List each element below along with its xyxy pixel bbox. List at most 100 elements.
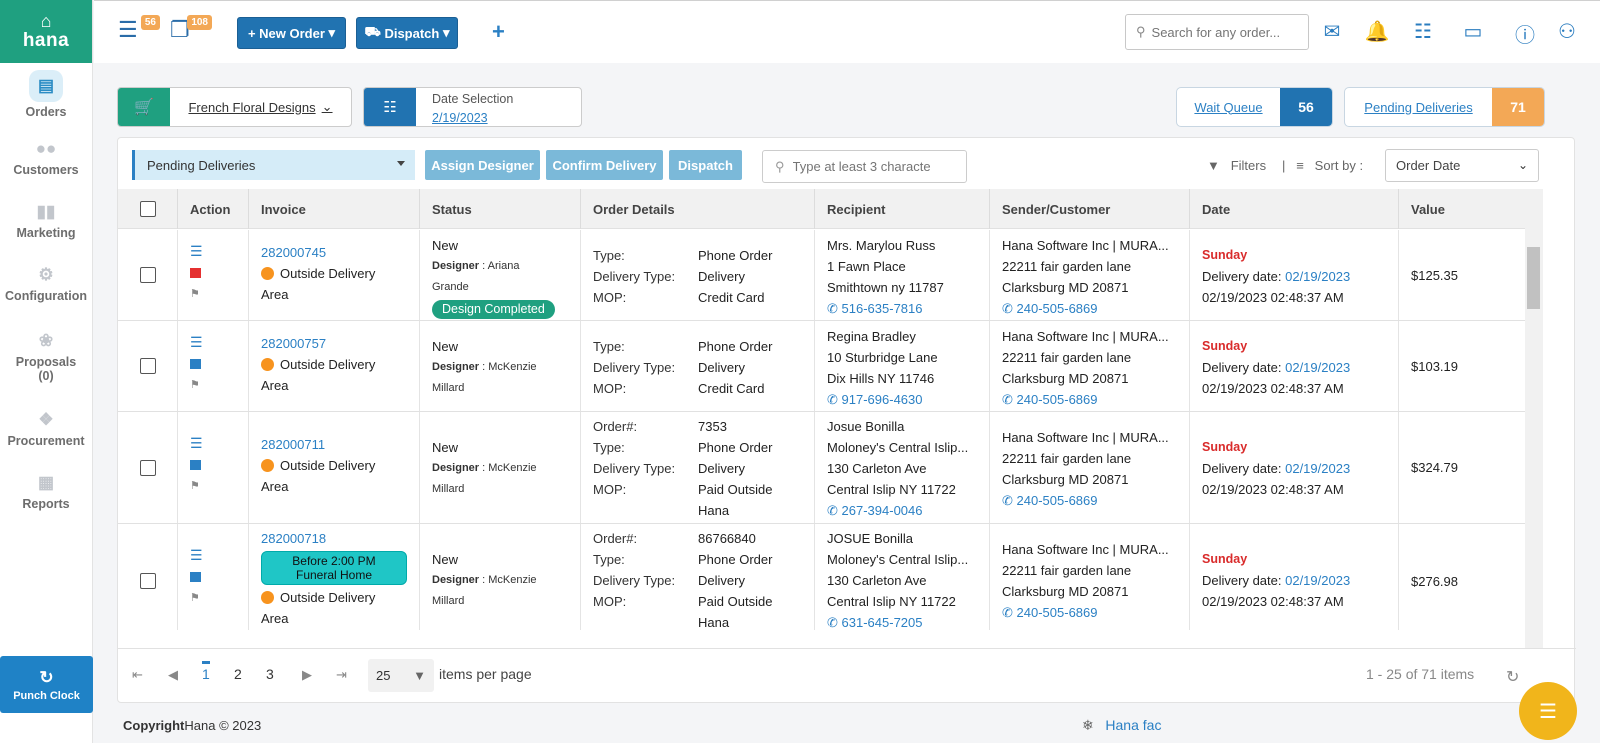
page-1[interactable]: 1 <box>202 661 210 682</box>
note-icon[interactable] <box>190 268 201 278</box>
logo[interactable]: ⌂ hana <box>0 0 92 63</box>
mail-icon[interactable]: ✉ <box>1319 19 1345 45</box>
phone-icon: ✆ <box>827 503 838 518</box>
sender-phone[interactable]: ✆ 240-505-6869 <box>1002 602 1189 623</box>
dispatch-button[interactable]: Dispatch <box>669 150 742 180</box>
global-search-input[interactable] <box>1151 24 1297 40</box>
sender-phone[interactable]: ✆ 240-505-6869 <box>1002 490 1189 511</box>
recipient-phone[interactable]: ✆ 267-394-0046 <box>827 500 989 521</box>
sender-phone[interactable]: ✆ 240-505-6869 <box>1002 298 1189 319</box>
sidebar-item-marketing[interactable]: ▮▮ Marketing <box>0 189 92 252</box>
sidebar-item-customers[interactable]: ●● Customers <box>0 126 92 189</box>
row-checkbox[interactable] <box>139 267 156 283</box>
next-page-icon[interactable]: ▶ <box>302 667 312 683</box>
delivery-date: 02/19/2023 <box>1285 269 1351 284</box>
detail-key: Delivery Type: <box>593 461 676 476</box>
date-cell: Sunday Delivery date: 02/19/2023 02/19/2… <box>1190 412 1399 523</box>
row-checkbox[interactable] <box>139 459 156 476</box>
flag-icon[interactable]: ⚑ <box>190 476 203 497</box>
bell-icon[interactable]: 🔔 <box>1364 19 1390 45</box>
table-row[interactable]: ☰ ⚑ 282000711 Outside Delivery Area New … <box>118 412 1525 524</box>
invoice-link[interactable]: 282000757 <box>261 333 419 354</box>
user-icon[interactable]: ⚇ <box>1554 19 1580 45</box>
invoice-link[interactable]: 282000711 <box>261 434 419 455</box>
menu-icon[interactable]: ☰ <box>190 240 203 262</box>
row-checkbox[interactable] <box>139 573 156 589</box>
copies-icon[interactable]: ❐ 108 <box>170 15 212 51</box>
sender-name: Hana Software Inc | MURA... <box>1002 329 1169 344</box>
store-selector[interactable]: 🛒 French Floral Designs ⌄ <box>117 87 352 127</box>
sidebar-item-configuration[interactable]: ⚙ Configuration <box>0 252 92 315</box>
sender-phone[interactable]: ✆ 240-505-6869 <box>1002 389 1189 410</box>
invoice-link[interactable]: 282000745 <box>261 242 419 263</box>
caret-down-icon <box>397 161 405 166</box>
assign-designer-button[interactable]: Assign Designer <box>425 150 540 180</box>
prev-page-icon[interactable]: ◀ <box>168 667 178 683</box>
phone-number: 240-505-6869 <box>1016 301 1098 316</box>
delivery-date-label: Delivery date: <box>1202 573 1282 588</box>
sidebar-item-procurement[interactable]: ❖ Procurement <box>0 397 92 460</box>
view-selector[interactable]: Pending Deliveries <box>132 150 415 180</box>
filters-button[interactable]: ▼ Filters <box>1207 158 1266 173</box>
header-date[interactable]: Date <box>1190 189 1399 229</box>
dispatch-menu-button[interactable]: ⛟ Dispatch ▾ <box>356 17 458 49</box>
order-search-input[interactable] <box>792 159 953 174</box>
confirm-delivery-button[interactable]: Confirm Delivery <box>546 150 663 180</box>
detail-key: Delivery Type: <box>593 269 676 284</box>
table-row[interactable]: ☰ ⚑ 282000718 Before 2:00 PM Funeral Home… <box>118 524 1525 630</box>
flag-icon[interactable]: ⚑ <box>190 284 203 305</box>
menu-icon[interactable]: ☰ <box>190 331 203 353</box>
refresh-icon[interactable]: ↻ <box>1506 667 1519 687</box>
wait-queue-counter[interactable]: Wait Queue 56 <box>1176 87 1333 127</box>
help-icon[interactable]: ⓘ <box>1512 19 1538 47</box>
invoice-link[interactable]: 282000718 <box>261 528 419 549</box>
select-all-checkbox[interactable] <box>139 201 156 217</box>
detail-value: 86766840 <box>698 531 756 546</box>
detail-key: Type: <box>593 339 625 354</box>
flag-icon[interactable]: ⚑ <box>190 375 203 396</box>
status-cell: New Designer : McKenzie Millard <box>420 321 581 411</box>
recipient-phone[interactable]: ✆ 516-635-7816 <box>827 298 989 319</box>
new-order-button[interactable]: + New Order ▾ <box>237 17 346 49</box>
per-page-select[interactable]: 25 ▼ <box>368 659 434 692</box>
add-icon[interactable]: + <box>492 19 505 45</box>
page-3[interactable]: 3 <box>266 666 274 682</box>
detail-key: Type: <box>593 440 625 455</box>
recipient-phone[interactable]: ✆ 917-696-4630 <box>827 389 989 410</box>
chat-widget-button[interactable]: ☰ <box>1519 682 1577 740</box>
menu-icon[interactable]: ☰ <box>190 544 203 566</box>
table-row[interactable]: ☰ ⚑ 282000745 Outside Delivery Area New … <box>118 230 1525 321</box>
sort-select[interactable]: Order Date ⌄ <box>1385 149 1539 182</box>
note-icon[interactable] <box>190 359 201 369</box>
row-checkbox[interactable] <box>139 358 156 374</box>
sidebar-item-reports[interactable]: ▦ Reports <box>0 460 92 523</box>
flag-icon[interactable]: ⚑ <box>190 588 203 609</box>
last-page-icon[interactable]: ⇥ <box>336 667 347 683</box>
header-value[interactable]: Value <box>1399 189 1525 229</box>
monitor-icon[interactable]: ▭ <box>1460 19 1486 45</box>
detail-value: Delivery <box>698 269 745 284</box>
scrollbar-thumb[interactable] <box>1527 247 1540 309</box>
menu-icon[interactable]: ☰ <box>190 432 203 454</box>
header-order-details[interactable]: Order Details <box>581 189 815 229</box>
note-icon[interactable] <box>190 460 201 470</box>
sidebar-item-proposals[interactable]: ❀ Proposals (0) <box>0 315 92 397</box>
table-row[interactable]: ☰ ⚑ 282000757 Outside Delivery Area New … <box>118 321 1525 412</box>
top-bar: ☰ 56 ❐ 108 + New Order ▾ ⛟ Dispatch ▾ + ⚲ … <box>94 0 1600 63</box>
header-invoice[interactable]: Invoice <box>249 189 420 229</box>
order-stack-icon[interactable]: ☰ 56 <box>118 15 160 51</box>
header-status[interactable]: Status <box>420 189 581 229</box>
sidebar-item-orders[interactable]: ▤ Orders <box>0 63 92 126</box>
table-scrollbar[interactable] <box>1525 189 1543 649</box>
recipient-phone[interactable]: ✆ 631-645-7205 <box>827 612 989 630</box>
date-selector[interactable]: ☷ Date Selection 2/19/2023 <box>363 87 582 127</box>
header-recipient[interactable]: Recipient <box>815 189 990 229</box>
pending-deliveries-counter[interactable]: Pending Deliveries 71 <box>1344 87 1545 127</box>
note-icon[interactable] <box>190 572 201 582</box>
punch-clock-button[interactable]: ↻ Punch Clock <box>0 656 93 713</box>
footer-link[interactable]: ❄ Hana fac <box>1082 717 1161 734</box>
first-page-icon[interactable]: ⇤ <box>132 667 143 683</box>
header-sender[interactable]: Sender/Customer <box>990 189 1190 229</box>
calendar-icon[interactable]: ☷ <box>1410 19 1436 45</box>
page-2[interactable]: 2 <box>234 666 242 682</box>
